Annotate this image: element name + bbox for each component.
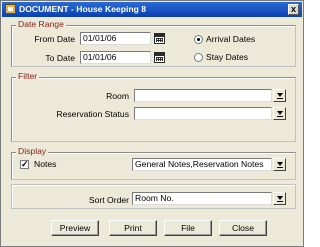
to-date-field[interactable]: 01/01/06 — [80, 51, 151, 64]
date-range-title: Date Range — [16, 19, 66, 29]
room-dropdown-icon[interactable] — [273, 89, 286, 102]
from-date-label: From Date — [34, 34, 75, 44]
notes-label: Notes — [34, 159, 57, 169]
notes-checkbox[interactable]: ✓ — [20, 160, 29, 169]
reservation-status-label: Reservation Status — [56, 109, 129, 119]
to-date-label: To Date — [45, 53, 75, 63]
arrival-dates-radio[interactable] — [194, 35, 203, 44]
reservation-status-dropdown-icon[interactable] — [273, 107, 286, 120]
to-date-calendar-icon[interactable] — [154, 52, 165, 63]
from-date-calendar-icon[interactable] — [154, 33, 165, 44]
from-date-field[interactable]: 01/01/06 — [80, 32, 151, 45]
reservation-status-field[interactable] — [134, 107, 272, 120]
window-title: DOCUMENT - House Keeping 8 — [19, 4, 147, 14]
file-button[interactable]: File — [164, 220, 212, 236]
stay-dates-label: Stay Dates — [206, 52, 249, 62]
sort-order-label: Sort Order — [88, 195, 129, 205]
notes-dropdown-icon[interactable] — [273, 158, 286, 171]
filter-title: Filter — [16, 71, 40, 81]
display-title: Display — [16, 146, 49, 156]
notes-field[interactable]: General Notes,Reservation Notes — [132, 158, 272, 171]
stay-dates-radio[interactable] — [194, 53, 203, 62]
room-label: Room — [106, 91, 129, 101]
close-button[interactable]: Close — [219, 220, 267, 236]
document-icon — [5, 4, 16, 14]
sort-order-field[interactable]: Room No. — [132, 192, 272, 205]
room-field[interactable] — [134, 89, 272, 102]
close-window-button[interactable]: x — [288, 4, 299, 15]
arrival-dates-label: Arrival Dates — [206, 34, 256, 44]
dialog-window: DOCUMENT - House Keeping 8 x Date Range … — [0, 0, 304, 247]
sort-order-dropdown-icon[interactable] — [273, 192, 286, 205]
print-button[interactable]: Print — [109, 220, 157, 236]
title-bar: DOCUMENT - House Keeping 8 x — [2, 2, 302, 17]
preview-button[interactable]: Preview — [51, 220, 99, 236]
